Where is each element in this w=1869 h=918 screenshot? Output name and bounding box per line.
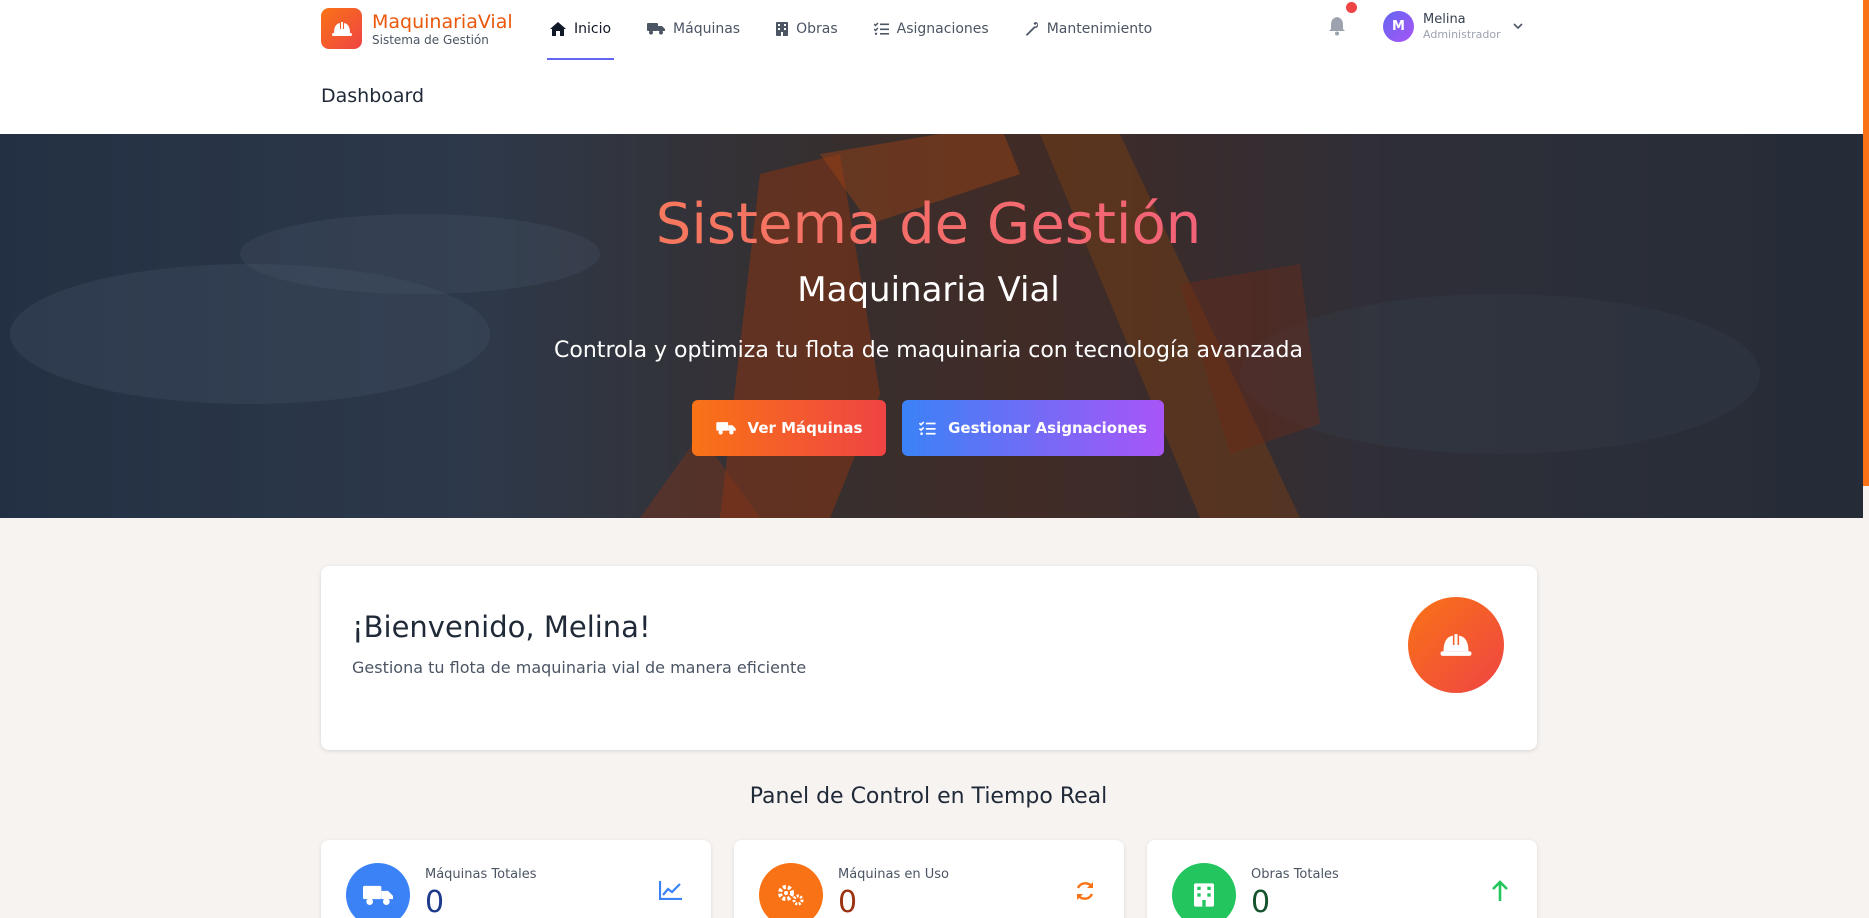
stat-value: 0 [838, 885, 858, 918]
ver-maquinas-button[interactable]: Ver Máquinas [692, 400, 886, 456]
ver-maquinas-label: Ver Máquinas [747, 419, 863, 437]
truck-icon [647, 23, 666, 35]
hardhat-icon [1408, 597, 1504, 693]
stat-card-obras-totales: Obras Totales 0 [1147, 840, 1537, 918]
scrollbar[interactable] [1863, 0, 1869, 486]
truck-icon [363, 885, 393, 905]
stat-value: 0 [1251, 885, 1271, 918]
hero-subtitle: Maquinaria Vial [797, 270, 1060, 310]
nav-inicio[interactable]: Inicio [547, 0, 615, 60]
building-icon [776, 21, 789, 36]
checklist-icon [919, 421, 936, 435]
welcome-title: ¡Bienvenido, Melina! [352, 610, 651, 644]
stat-icon-circle [1172, 863, 1236, 918]
stat-card-maquinas-totales: Máquinas Totales 0 [321, 840, 711, 918]
stat-label: Máquinas Totales [425, 867, 537, 882]
welcome-card: ¡Bienvenido, Melina! Gestiona tu flota d… [321, 566, 1537, 750]
nav-asignaciones[interactable]: Asignaciones [871, 0, 992, 57]
user-name: Melina [1423, 11, 1466, 27]
stat-icon-circle [346, 863, 410, 918]
panel-title: Panel de Control en Tiempo Real [749, 784, 1108, 809]
building-icon [1194, 883, 1214, 907]
stat-label: Obras Totales [1251, 867, 1339, 882]
brand-name: MaquinariaVial [372, 10, 513, 33]
nav-inicio-label: Inicio [574, 20, 612, 37]
gears-icon [778, 885, 804, 906]
main-nav: Inicio Máquinas Obras Asignaciones Mante… [547, 0, 1185, 61]
page-title: Dashboard [321, 85, 425, 107]
nav-obras-label: Obras [796, 20, 838, 37]
sync-icon [1076, 882, 1094, 900]
welcome-description: Gestiona tu flota de maquinaria vial de … [352, 658, 807, 677]
top-navbar: MaquinariaVial Sistema de Gestión Inicio… [0, 0, 1863, 61]
gestionar-asignaciones-label: Gestionar Asignaciones [948, 419, 1147, 437]
brand[interactable]: MaquinariaVial Sistema de Gestión [321, 8, 513, 49]
page-header: Dashboard [0, 61, 1863, 134]
hero-banner: Sistema de Gestión Maquinaria Vial Contr… [0, 134, 1863, 518]
nav-mantenimiento-label: Mantenimiento [1046, 20, 1153, 37]
nav-asignaciones-label: Asignaciones [896, 20, 989, 37]
stat-label: Máquinas en Uso [838, 867, 950, 882]
stat-value: 0 [425, 885, 445, 918]
nav-maquinas-label: Máquinas [673, 20, 741, 37]
hero-description: Controla y optimiza tu flota de maquinar… [554, 338, 1303, 363]
chevron-down-icon [1513, 23, 1523, 30]
nav-obras[interactable]: Obras [773, 0, 841, 57]
brand-subtitle: Sistema de Gestión [372, 32, 489, 47]
notifications-bell-icon[interactable] [1328, 16, 1348, 38]
avatar: M [1383, 11, 1414, 42]
user-menu[interactable]: M Melina Administrador [1383, 11, 1523, 42]
chart-line-icon [659, 881, 682, 900]
checklist-icon [873, 22, 889, 35]
hero-title: Sistema de Gestión [0, 192, 1857, 257]
stat-card-maquinas-en-uso: Máquinas en Uso 0 [734, 840, 1124, 918]
user-role: Administrador [1423, 27, 1501, 41]
arrow-up-icon [1492, 880, 1508, 901]
gestionar-asignaciones-button[interactable]: Gestionar Asignaciones [902, 400, 1164, 456]
nav-maquinas[interactable]: Máquinas [644, 0, 743, 57]
truck-icon [715, 422, 736, 435]
hardhat-icon [321, 8, 362, 49]
nav-mantenimiento[interactable]: Mantenimiento [1022, 0, 1155, 57]
notification-badge [1346, 2, 1357, 13]
home-icon [550, 21, 566, 36]
stat-icon-circle [759, 863, 823, 918]
wrench-icon [1025, 21, 1038, 36]
